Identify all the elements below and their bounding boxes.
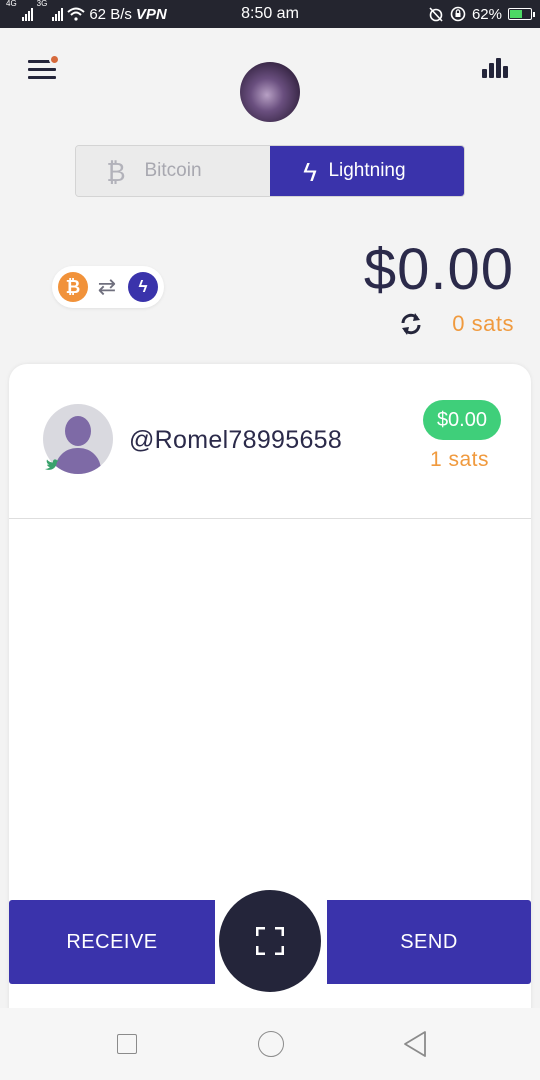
twitter-icon xyxy=(45,459,59,470)
tab-bitcoin-label: Bitcoin xyxy=(144,160,202,181)
rotation-lock-icon xyxy=(450,6,466,22)
scan-qr-icon xyxy=(256,927,284,955)
avatar-body xyxy=(55,448,101,474)
account-row[interactable]: @Romel78995658 $0.00 1 sats xyxy=(9,364,531,519)
bitcoin-icon: ₿ xyxy=(106,157,126,187)
account-usd-badge: $0.00 xyxy=(422,400,501,440)
lightning-coin-icon: ϟ xyxy=(128,272,158,302)
network-toggle: ₿ Bitcoin ϟ Lightning xyxy=(75,145,465,197)
balance-usd: $0.00 xyxy=(363,237,514,302)
recents-icon[interactable] xyxy=(117,1034,137,1054)
send-button[interactable]: SEND xyxy=(327,900,531,984)
system-nav-bar xyxy=(0,1008,540,1080)
bar-chart-icon[interactable] xyxy=(482,58,510,78)
tab-lightning[interactable]: ϟ Lightning xyxy=(270,146,464,196)
battery-fill xyxy=(510,10,522,18)
tab-lightning-label: Lightning xyxy=(328,160,406,181)
refresh-icon[interactable] xyxy=(398,311,424,337)
home-icon[interactable] xyxy=(258,1031,284,1057)
scan-qr-button[interactable] xyxy=(215,886,325,996)
menu-button[interactable] xyxy=(28,54,60,80)
status-right: 62% xyxy=(428,0,535,28)
tab-bitcoin[interactable]: ₿ Bitcoin xyxy=(76,146,270,196)
notification-dot xyxy=(49,54,60,65)
battery-percent: 62% xyxy=(471,5,502,23)
lightning-icon: ϟ xyxy=(303,157,317,187)
bitcoin-coin-icon: ₿ xyxy=(58,272,88,302)
avatar-head xyxy=(65,416,91,446)
profile-avatar[interactable] xyxy=(240,62,300,122)
back-icon[interactable] xyxy=(402,1030,428,1058)
swap-button[interactable]: ₿ ⇄ ϟ xyxy=(52,266,164,308)
account-sats: 1 sats xyxy=(429,448,489,471)
status-bar: 4G 3G 62 B/s VPN 8:50 am 62% xyxy=(0,0,540,28)
balance-sats: 0 sats xyxy=(452,311,514,336)
alarm-off-icon xyxy=(429,7,443,22)
receive-button[interactable]: RECEIVE xyxy=(9,900,215,984)
battery-icon xyxy=(508,8,535,20)
account-username: @Romel78995658 xyxy=(129,426,343,454)
swap-arrows-icon: ⇄ xyxy=(97,274,117,299)
